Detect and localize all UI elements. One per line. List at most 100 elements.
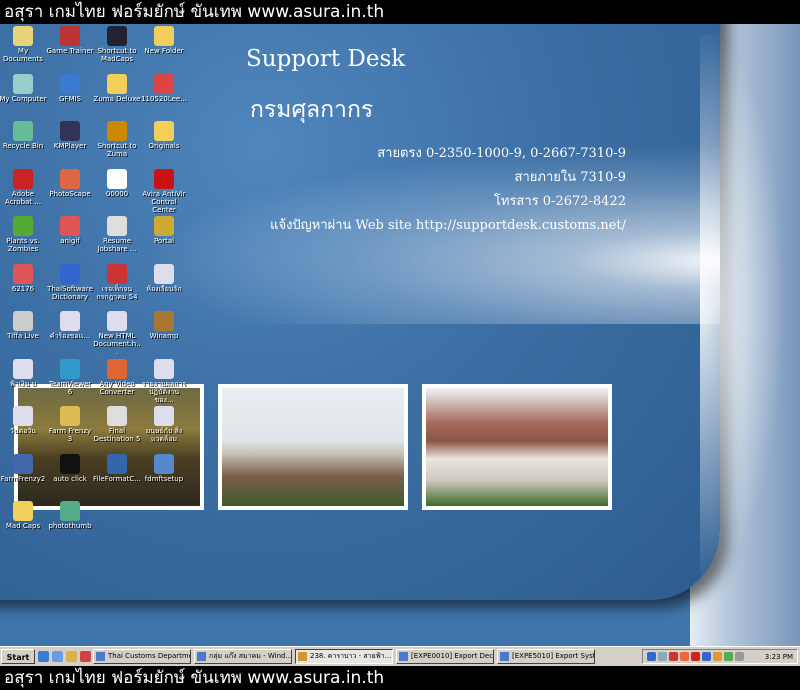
desktop-icon[interactable]: คำร้องขอเเ... <box>46 311 94 340</box>
shortcut-icon <box>13 358 33 379</box>
desktop-icon[interactable]: GFMIS <box>46 73 94 103</box>
task-carabao[interactable]: 238. คาราบาว - สายฟ้า... <box>295 649 393 664</box>
desktop-icon-label: Avira AntiVir Control Center <box>142 189 186 214</box>
desktop-icon[interactable]: Plants vs. Zombies <box>0 216 47 253</box>
desktop-icon[interactable]: ThaiSoftware Dictionary <box>46 263 94 301</box>
desktop-icon[interactable]: fdmftsetup <box>140 453 188 483</box>
desktop-icon[interactable]: Adobe Acrobat ... <box>0 168 47 206</box>
desktop-icon-label: FarmFrenzy2 <box>0 474 46 483</box>
shortcut-icon <box>154 121 174 141</box>
desktop-icon[interactable]: ห้องเรียนรัก <box>140 263 188 293</box>
tray-app-icon[interactable] <box>691 652 700 661</box>
desktop-icon[interactable]: 00000 <box>93 168 141 198</box>
shortcut-icon <box>154 453 174 474</box>
tray-app-icon[interactable] <box>724 652 733 661</box>
volume-icon[interactable] <box>735 652 744 661</box>
shortcut-icon <box>107 73 127 94</box>
shortcut-icon <box>60 263 80 284</box>
desktop-quicklaunch-icon[interactable] <box>52 651 63 662</box>
desktop-icon[interactable]: Shortcut to Zuma <box>93 121 141 158</box>
desktop-icon-label: Resume Jobshare ... <box>97 237 137 253</box>
desktop-icon[interactable]: มนุษย์กับ สิ่งแวดล้อม <box>140 406 188 443</box>
shortcut-icon <box>154 73 174 94</box>
shortcut-icon <box>107 311 127 331</box>
desktop-icon[interactable]: Avira AntiVir Control Center <box>140 168 188 214</box>
shortcut-icon <box>154 216 174 236</box>
desktop-icon[interactable]: New Folder <box>140 26 188 55</box>
clock[interactable]: 3:23 PM <box>765 651 793 663</box>
desktop-icon[interactable]: Final Destination 5 <box>93 406 141 443</box>
start-button[interactable]: Start <box>1 649 35 664</box>
desktop-icon-label: Game Trainer <box>46 47 94 55</box>
desktop-icon[interactable]: Any Video Converter <box>93 358 141 396</box>
shortcut-icon <box>107 453 127 474</box>
network-icon[interactable] <box>658 652 667 661</box>
desktop-icon-label: Portal <box>153 237 175 245</box>
task-group-window[interactable]: กลุ่ม แก๊ง สมาคม - Wind... <box>194 649 292 664</box>
desktop-icon-label: เรจเท็กจน กรกฎาคม 54 <box>96 284 138 301</box>
desktop-icon[interactable]: TeamViewer 6 <box>46 358 94 396</box>
desktop-icon[interactable]: PhotoScape <box>46 168 94 198</box>
desktop-icon-label: Farm Frenzy 3 <box>48 427 92 443</box>
desktop-icon[interactable]: anigif <box>46 216 94 245</box>
language-icon[interactable] <box>647 652 656 661</box>
desktop[interactable]: Support Desk กรมศุลกากร สายตรง 0-2350-10… <box>0 24 800 646</box>
desktop-icon[interactable]: ฟ้าเงิน บ <box>0 358 47 388</box>
fax-text: โทรสาร 0-2672-8422 <box>493 194 626 209</box>
shortcut-icon <box>60 501 80 521</box>
tray-app-icon[interactable] <box>713 652 722 661</box>
photo-customs-building-2 <box>422 384 612 510</box>
ie-quicklaunch-icon[interactable] <box>38 651 49 662</box>
desktop-icon[interactable]: Tiffa Live <box>0 311 47 340</box>
desktop-icon[interactable]: FarmFrenzy2 <box>0 453 47 483</box>
desktop-icon[interactable]: Zuma Deluxe <box>93 73 141 103</box>
desktop-icon[interactable]: New HTML Document.h... <box>93 311 141 356</box>
department-name: กรมศุลกากร <box>250 97 374 123</box>
tray-app-icon[interactable] <box>680 652 689 661</box>
app-quicklaunch-icon[interactable] <box>80 651 91 662</box>
desktop-icon-label: PhotoScape <box>49 189 91 198</box>
desktop-icon-label: New HTML Document.h... <box>93 332 141 356</box>
desktop-icon[interactable]: Farm Frenzy 3 <box>46 406 94 443</box>
desktop-icon[interactable]: My Documents <box>0 26 47 63</box>
website-text: แจ้งปัญหาผ่าน Web site http://supportdes… <box>270 218 626 233</box>
desktop-icon[interactable]: Mad Caps <box>0 501 47 530</box>
desktop-icon[interactable]: Resume Jobshare ... <box>93 216 141 253</box>
task-label: Thai Customs Departme... <box>108 652 191 660</box>
desktop-icon-label: รายงานผลการ ปฏิบัติงานของ... <box>141 379 187 404</box>
antivirus-icon[interactable] <box>669 652 678 661</box>
shortcut-icon <box>13 501 33 521</box>
desktop-icon[interactable]: My Computer <box>0 73 47 103</box>
task-thai-customs[interactable]: Thai Customs Departme... <box>93 649 191 664</box>
shortcut-icon <box>60 216 80 236</box>
shortcut-icon <box>13 453 33 474</box>
folder-quicklaunch-icon[interactable] <box>66 651 77 662</box>
shortcut-icon <box>107 168 127 189</box>
tray-app-icon[interactable] <box>702 652 711 661</box>
desktop-icon[interactable]: 62176 <box>0 263 47 293</box>
shortcut-icon <box>107 121 127 141</box>
task-expe0010[interactable]: [EXPE0010] Export Decl... <box>396 649 494 664</box>
desktop-icon[interactable]: เรจเท็กจน กรกฎาคม 54 <box>93 263 141 301</box>
desktop-icon[interactable]: 110520Lee... <box>140 73 188 103</box>
desktop-icon[interactable]: Game Trainer <box>46 26 94 55</box>
desktop-icon[interactable]: FileFormatC... <box>93 453 141 483</box>
desktop-icon-label: My Computer <box>0 94 47 103</box>
desktop-icon[interactable]: วันต่อวัน <box>0 406 47 435</box>
desktop-icon[interactable]: KMPlayer <box>46 121 94 150</box>
task-expe5010[interactable]: [EXPE5010] Export Syst... <box>497 649 595 664</box>
desktop-icon[interactable]: รายงานผลการ ปฏิบัติงานของ... <box>140 358 188 404</box>
shortcut-icon <box>13 263 33 284</box>
desktop-icon-label: KMPlayer <box>53 142 87 150</box>
desktop-icon[interactable]: Originals <box>140 121 188 150</box>
desktop-icon[interactable]: Shortcut to MadCaps <box>93 26 141 63</box>
desktop-icon-label: TeamViewer 6 <box>48 379 92 396</box>
shortcut-icon <box>107 216 127 236</box>
desktop-icon[interactable]: photothumb <box>46 501 94 530</box>
desktop-icon[interactable]: Recycle Bin <box>0 121 47 150</box>
desktop-icon[interactable]: auto click <box>46 453 94 483</box>
desktop-icon[interactable]: Portal <box>140 216 188 245</box>
desktop-icon[interactable]: Winamp <box>140 311 188 340</box>
task-label: กลุ่ม แก๊ง สมาคม - Wind... <box>209 652 292 660</box>
support-desk-title: Support Desk <box>246 46 406 72</box>
